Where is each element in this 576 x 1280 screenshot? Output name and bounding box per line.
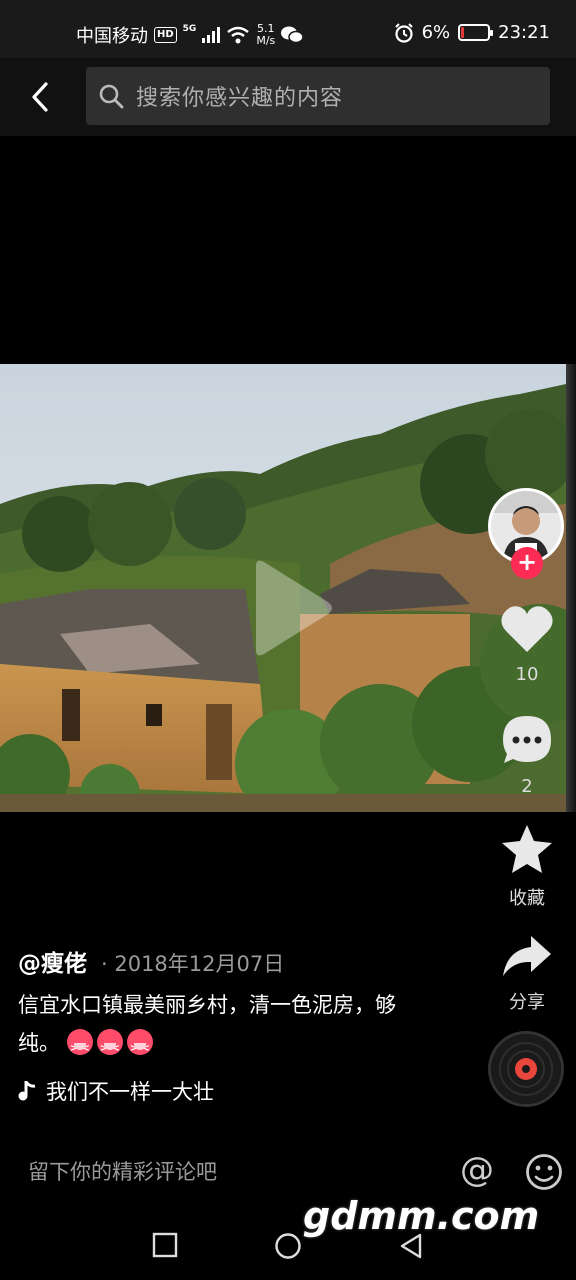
like-count: 10 xyxy=(515,664,539,685)
wechat-icon xyxy=(281,26,304,44)
play-icon[interactable] xyxy=(246,558,336,658)
comment-count: 2 xyxy=(521,776,533,797)
share-label: 分享 xyxy=(509,992,545,1013)
back-icon xyxy=(32,82,48,112)
favorite-button[interactable]: 收藏 xyxy=(488,824,566,910)
favorite-label: 收藏 xyxy=(509,888,545,909)
author-line: @瘦佬 · 2018年12月07日 xyxy=(18,944,284,978)
triangle-icon[interactable] xyxy=(398,1232,424,1260)
music-title: 我们不一样一大壮 xyxy=(46,1080,214,1104)
search-header: 搜索你感兴趣的内容 xyxy=(0,58,576,136)
plus-icon: + xyxy=(516,548,538,576)
video-edge xyxy=(566,364,576,812)
heart-icon xyxy=(501,606,553,652)
wifi-icon xyxy=(227,26,250,44)
search-input[interactable]: 搜索你感兴趣的内容 xyxy=(86,67,550,125)
comment-button[interactable]: 2 xyxy=(488,714,566,797)
post-date: · 2018年12月07日 xyxy=(101,952,285,976)
comment-input[interactable]: 留下你的精彩评论吧 xyxy=(28,1156,217,1186)
music-disc[interactable] xyxy=(491,1034,561,1104)
mention-button[interactable]: @ xyxy=(460,1150,494,1190)
status-left: 中国移动 HD 5G 5.1 M/s xyxy=(76,22,304,48)
system-nav-bar xyxy=(0,1210,576,1280)
search-placeholder: 搜索你感兴趣的内容 xyxy=(136,86,344,111)
music-disc-icon xyxy=(499,1042,553,1096)
signal-icon xyxy=(202,27,221,43)
emoji-icon[interactable] xyxy=(524,1152,564,1192)
status-right: 6% 23:21 xyxy=(394,22,550,43)
tongue-emoji-icon xyxy=(66,1029,93,1068)
network-speed: 5.1 M/s xyxy=(256,23,275,47)
search-icon xyxy=(99,84,124,109)
clock: 23:21 xyxy=(498,22,550,43)
alarm-icon xyxy=(394,22,413,43)
star-icon xyxy=(502,825,552,873)
share-button[interactable]: 分享 xyxy=(488,934,566,1014)
speed-unit: M/s xyxy=(256,34,276,47)
square-icon[interactable] xyxy=(152,1232,178,1258)
circle-icon[interactable] xyxy=(274,1232,302,1260)
comment-icon xyxy=(503,716,551,763)
battery-percent: 6% xyxy=(421,22,451,43)
battery-icon xyxy=(458,24,494,41)
video-caption: 信宜水口镇最美丽乡村，清一色泥房，够纯。 xyxy=(18,986,408,1068)
like-button[interactable]: 10 xyxy=(488,604,566,685)
carrier-label: 中国移动 xyxy=(76,26,148,47)
music-info[interactable]: 我们不一样一大壮 xyxy=(18,1076,214,1106)
back-button[interactable] xyxy=(22,74,58,120)
music-note-icon xyxy=(18,1081,36,1101)
tongue-emoji-icon xyxy=(126,1029,153,1068)
hd-badge: HD xyxy=(154,27,177,43)
tongue-emoji-icon xyxy=(96,1029,123,1068)
network-label: 5G xyxy=(182,24,197,34)
share-icon xyxy=(503,936,551,976)
author-name[interactable]: @瘦佬 xyxy=(18,944,87,978)
follow-button[interactable]: + xyxy=(511,547,543,579)
